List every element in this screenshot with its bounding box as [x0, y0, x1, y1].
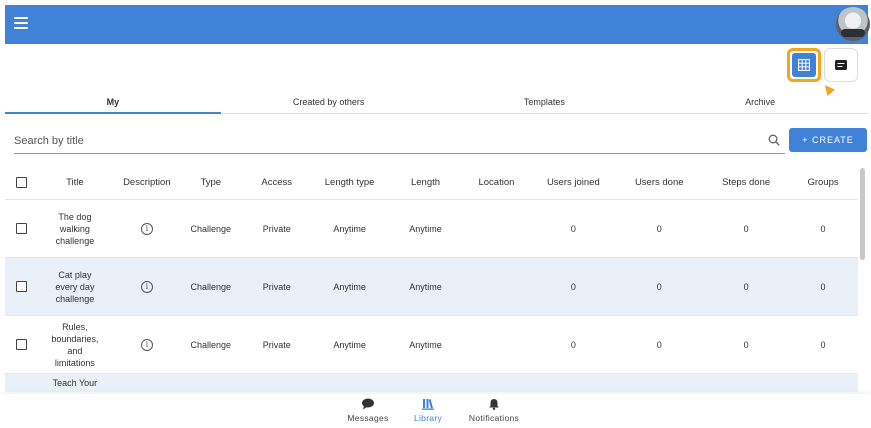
info-icon[interactable]: i	[140, 223, 153, 235]
row-title: Cat play every day challenge	[55, 269, 95, 304]
card-list-icon	[835, 60, 847, 70]
challenges-table: Title Description Type Access Length typ…	[5, 166, 858, 392]
row-access: Private	[262, 339, 291, 350]
row-users-done: 0	[656, 339, 662, 350]
row-groups: 0	[820, 281, 826, 292]
column-header-access[interactable]: Access	[245, 177, 309, 189]
search-icon[interactable]	[768, 134, 780, 146]
bottom-navigation: Messages Library Notifications	[0, 394, 871, 428]
nav-library[interactable]: Library	[393, 398, 463, 423]
create-button[interactable]: + CREATE	[789, 128, 867, 152]
tab-archive[interactable]: Archive	[652, 92, 868, 113]
nav-messages-label: Messages	[347, 413, 389, 423]
column-header-title[interactable]: Title	[33, 177, 117, 189]
row-length-type: Anytime	[333, 281, 366, 292]
row-users-done: 0	[656, 223, 662, 234]
row-users-joined: 0	[570, 339, 576, 350]
row-access: Private	[262, 281, 291, 292]
row-length: Anytime	[409, 339, 442, 350]
row-steps-done: 0	[743, 281, 749, 292]
column-header-groups[interactable]: Groups	[788, 177, 858, 189]
column-header-length-type[interactable]: Length type	[309, 177, 391, 189]
row-title: Teach Your	[52, 378, 98, 388]
table-row[interactable]: The dog walking challenge i Challenge Pr…	[5, 200, 858, 258]
bell-icon	[489, 399, 499, 410]
tab-bar: My Created by others Templates Archive	[5, 92, 868, 114]
row-type: Challenge	[190, 281, 232, 292]
info-icon[interactable]: i	[140, 281, 153, 293]
row-checkbox[interactable]	[16, 281, 28, 292]
row-length: Anytime	[409, 281, 442, 292]
nav-library-label: Library	[413, 413, 443, 423]
column-header-description[interactable]: Description	[117, 177, 177, 189]
search-bar	[14, 130, 785, 154]
library-books-icon	[422, 399, 434, 410]
table-header-row: Title Description Type Access Length typ…	[5, 166, 858, 200]
row-type: Challenge	[190, 223, 232, 234]
nav-notifications[interactable]: Notifications	[459, 398, 529, 423]
column-header-type[interactable]: Type	[177, 177, 245, 189]
tab-created-by-others[interactable]: Created by others	[221, 92, 437, 113]
column-header-location[interactable]: Location	[460, 177, 532, 189]
search-input[interactable]	[14, 130, 754, 152]
hamburger-menu-icon[interactable]	[14, 17, 28, 29]
chat-bubble-icon	[362, 398, 374, 410]
row-title: Rules, boundaries, and limitations	[51, 321, 99, 368]
app-bar	[5, 5, 870, 44]
table-scrollbar[interactable]	[860, 168, 865, 260]
tab-my[interactable]: My	[5, 92, 221, 114]
row-checkbox[interactable]	[16, 223, 28, 234]
column-header-users-joined[interactable]: Users joined	[532, 177, 614, 189]
row-users-joined: 0	[570, 281, 576, 292]
select-all-checkbox[interactable]	[16, 177, 28, 188]
user-avatar[interactable]	[836, 7, 870, 41]
grid-view-button[interactable]	[787, 48, 821, 82]
row-type: Challenge	[190, 339, 232, 350]
row-length: Anytime	[409, 223, 442, 234]
table-row[interactable]: Teach Your	[5, 374, 858, 392]
row-title: The dog walking challenge	[55, 211, 95, 246]
row-access: Private	[262, 223, 291, 234]
table-grid-icon	[798, 59, 810, 71]
table-row[interactable]: Cat play every day challenge i Challenge…	[5, 258, 858, 316]
info-icon[interactable]: i	[140, 339, 153, 351]
row-length-type: Anytime	[333, 339, 366, 350]
row-checkbox[interactable]	[16, 339, 28, 350]
row-steps-done: 0	[743, 223, 749, 234]
column-header-length[interactable]: Length	[391, 177, 461, 189]
row-users-done: 0	[656, 281, 662, 292]
row-steps-done: 0	[743, 339, 749, 350]
row-length-type: Anytime	[333, 223, 366, 234]
tab-templates[interactable]: Templates	[437, 92, 653, 113]
table-row[interactable]: Rules, boundaries, and limitations i Cha…	[5, 316, 858, 374]
column-header-steps-done[interactable]: Steps done	[704, 177, 788, 189]
column-header-users-done[interactable]: Users done	[614, 177, 704, 189]
list-view-button[interactable]	[824, 48, 858, 82]
row-users-joined: 0	[570, 223, 576, 234]
row-groups: 0	[820, 339, 826, 350]
nav-notifications-label: Notifications	[468, 413, 520, 423]
row-groups: 0	[820, 223, 826, 234]
